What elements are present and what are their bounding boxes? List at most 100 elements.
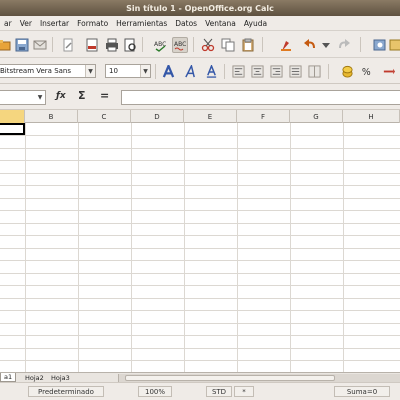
chevron-down-icon[interactable]: ▼ [140,65,150,77]
name-box[interactable]: ▼ [0,90,46,105]
column-header-f[interactable]: F [237,110,290,123]
cell-area[interactable] [0,123,400,372]
grid-row-line [0,323,400,324]
toolbar-separator [193,37,194,52]
standard-toolbar: ABC ABC [0,31,400,58]
underline-icon[interactable] [203,64,219,79]
toolbar-separator [262,37,263,52]
menu-data[interactable]: Datos [171,19,201,28]
menu-window[interactable]: Ventana [201,19,240,28]
grid-row-line [0,360,400,361]
cut-icon[interactable] [200,37,216,53]
print-icon[interactable] [104,37,120,53]
menu-help[interactable]: Ayuda [240,19,271,28]
bold-icon[interactable] [160,64,176,79]
grid-row-line [0,198,400,199]
undo-dropdown-icon[interactable] [318,37,334,53]
spreadsheet-grid[interactable]: B C D E F G H [0,110,400,372]
menu-insert[interactable]: Insertar [36,19,73,28]
toolbar-separator [224,64,225,79]
column-header-e[interactable]: E [184,110,237,123]
align-center-icon[interactable] [249,64,265,79]
svg-text:%: % [361,67,370,78]
grid-row-line [0,285,400,286]
font-size-value: 10 [109,67,118,75]
email-icon[interactable] [32,37,48,53]
percent-icon[interactable]: % [359,64,375,79]
align-left-icon[interactable] [230,64,246,79]
grid-row-line [0,310,400,311]
navigator-icon[interactable] [372,37,388,53]
clone-formatting-icon[interactable] [278,37,294,53]
grid-row-line [0,173,400,174]
font-name-combo[interactable]: Bitstream Vera Sans ▼ [0,64,96,78]
undo-icon[interactable] [302,37,318,53]
toolbar-separator [52,37,53,52]
sheet-tab-3[interactable]: Hoja3 [48,373,73,382]
svg-text:ABC: ABC [174,41,186,48]
sheet-tab-bar: a1 Hoja2 Hoja3 [0,372,400,382]
spellcheck-icon[interactable]: ABC [152,37,168,53]
toolbar-separator [155,64,156,79]
window-title: Sin título 1 - OpenOffice.org Calc [126,3,274,13]
sheet-tab-2[interactable]: Hoja2 [22,373,47,382]
zoom-field[interactable]: 100% [138,386,172,397]
gallery-icon[interactable] [388,37,400,53]
add-decimal-icon[interactable] [380,64,396,79]
align-right-icon[interactable] [268,64,284,79]
grid-row-line [0,160,400,161]
formatting-toolbar: Bitstream Vera Sans ▼ 10 ▼ % [0,58,400,84]
function-wizard-icon[interactable]: ƒx [56,91,66,101]
column-header-d[interactable]: D [131,110,184,123]
sum-icon[interactable]: Σ [78,89,86,102]
menu-view[interactable]: Ver [16,19,36,28]
italic-icon[interactable] [182,64,198,79]
function-icon[interactable]: = [100,89,109,102]
menu-tools[interactable]: Herramientas [112,19,171,28]
document-modified-field: * [234,386,254,397]
merge-cells-icon[interactable] [306,64,322,79]
grid-row-line [0,335,400,336]
grid-row-line [0,210,400,211]
edit-file-icon[interactable] [60,37,76,53]
justify-icon[interactable] [287,64,303,79]
grid-row-line [0,148,400,149]
grid-row-line [0,248,400,249]
column-header-c[interactable]: C [78,110,131,123]
column-header-b[interactable]: B [25,110,78,123]
copy-icon[interactable] [220,37,236,53]
open-icon[interactable] [0,37,12,53]
menu-file[interactable]: ar [0,19,16,28]
chevron-down-icon[interactable]: ▼ [85,65,95,77]
column-header-a[interactable] [0,110,25,123]
autospellcheck-icon[interactable]: ABC [172,37,188,53]
menu-bar: ar Ver Insertar Formato Herramientas Dat… [0,16,400,31]
column-header-h[interactable]: H [343,110,400,123]
formula-bar: ▼ ƒx Σ = [0,84,400,110]
redo-icon[interactable] [336,37,352,53]
formula-input[interactable] [121,90,400,105]
grid-row-line [0,223,400,224]
active-cell-cursor [0,123,25,135]
export-pdf-icon[interactable] [84,37,100,53]
column-header-g[interactable]: G [290,110,343,123]
sheet-tab-1[interactable]: a1 [0,373,17,382]
menu-format[interactable]: Formato [73,19,112,28]
grid-row-line [0,235,400,236]
horizontal-scrollbar[interactable] [118,374,400,382]
grid-row-line [0,185,400,186]
selection-mode-field[interactable]: STD [206,386,232,397]
font-size-combo[interactable]: 10 ▼ [105,64,151,78]
chevron-down-icon[interactable]: ▼ [35,91,45,104]
currency-icon[interactable] [339,64,355,79]
grid-row-line [0,260,400,261]
title-bar: Sin título 1 - OpenOffice.org Calc [0,0,400,16]
paste-icon[interactable] [240,37,256,53]
page-style-field[interactable]: Predeterminado [28,386,104,397]
toolbar-separator [360,37,361,52]
scrollbar-thumb[interactable] [125,375,335,381]
save-icon[interactable] [14,37,30,53]
status-bar: Predeterminado 100% STD * Suma=0 [0,382,400,400]
grid-row-line [0,273,400,274]
print-preview-icon[interactable] [122,37,138,53]
